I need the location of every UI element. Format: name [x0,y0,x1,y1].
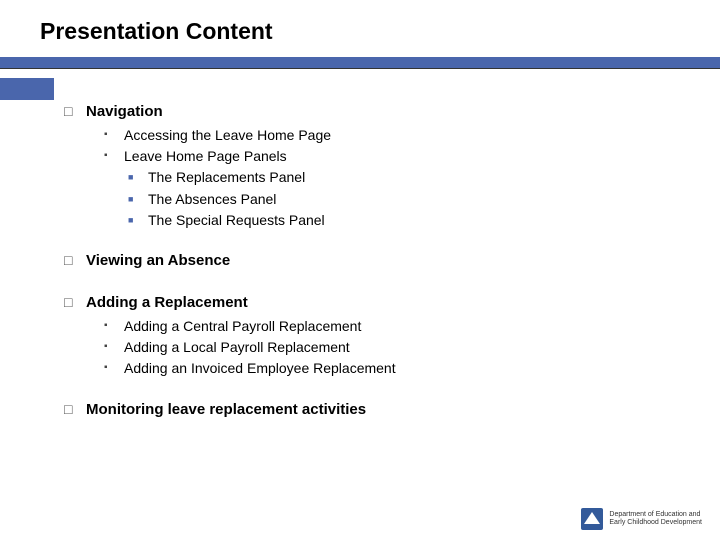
outline-sublabel: Leave Home Page Panels [124,146,287,166]
outline-item-navigation: □ Navigation [64,101,670,123]
square-fill-bullet-icon: ■ [128,167,148,187]
outline-label: Adding a Replacement [86,292,248,314]
square-fill-bullet-icon: ■ [128,189,148,209]
dot-bullet-icon: ▪ [104,146,124,166]
outline-subitem: ▪ Adding a Local Payroll Replacement [104,337,670,357]
slide-footer: Department of Education and Early Childh… [581,508,702,530]
outline-subsublabel: The Special Requests Panel [148,210,325,230]
accent-block [0,78,54,100]
outline-sublabel: Adding a Local Payroll Replacement [124,337,350,357]
dot-bullet-icon: ▪ [104,125,124,145]
outline-sublabel: Adding an Invoiced Employee Replacement [124,358,396,378]
outline-subsubitem: ■ The Absences Panel [128,189,670,209]
slide-title: Presentation Content [0,0,720,57]
outline-item-viewing-absence: □ Viewing an Absence [64,250,670,272]
footer-dept-text: Department of Education and Early Childh… [609,511,702,526]
dot-bullet-icon: ▪ [104,337,124,357]
outline-subitem: ▪ Leave Home Page Panels [104,146,670,166]
outline-sublabel: Accessing the Leave Home Page [124,125,331,145]
title-divider [0,57,720,69]
square-bullet-icon: □ [64,292,86,314]
footer-line1: Department of Education and [609,511,702,519]
square-bullet-icon: □ [64,399,86,421]
outline-label: Viewing an Absence [86,250,230,272]
outline-item-monitoring: □ Monitoring leave replacement activitie… [64,399,670,421]
outline-subsublabel: The Absences Panel [148,189,276,209]
outline-label: Monitoring leave replacement activities [86,399,366,421]
square-bullet-icon: □ [64,250,86,272]
outline-subsubitem: ■ The Special Requests Panel [128,210,670,230]
outline-subsubitem: ■ The Replacements Panel [128,167,670,187]
square-fill-bullet-icon: ■ [128,210,148,230]
victoria-logo-icon [581,508,603,530]
slide-body: □ Navigation ▪ Accessing the Leave Home … [0,69,720,420]
square-bullet-icon: □ [64,101,86,123]
outline-item-adding-replacement: □ Adding a Replacement [64,292,670,314]
outline-sublabel: Adding a Central Payroll Replacement [124,316,361,336]
outline-label: Navigation [86,101,163,123]
dot-bullet-icon: ▪ [104,316,124,336]
outline-subitem: ▪ Accessing the Leave Home Page [104,125,670,145]
dot-bullet-icon: ▪ [104,358,124,378]
outline-subsublabel: The Replacements Panel [148,167,305,187]
outline-subitem: ▪ Adding a Central Payroll Replacement [104,316,670,336]
outline-subitem: ▪ Adding an Invoiced Employee Replacemen… [104,358,670,378]
footer-line2: Early Childhood Development [609,519,702,527]
